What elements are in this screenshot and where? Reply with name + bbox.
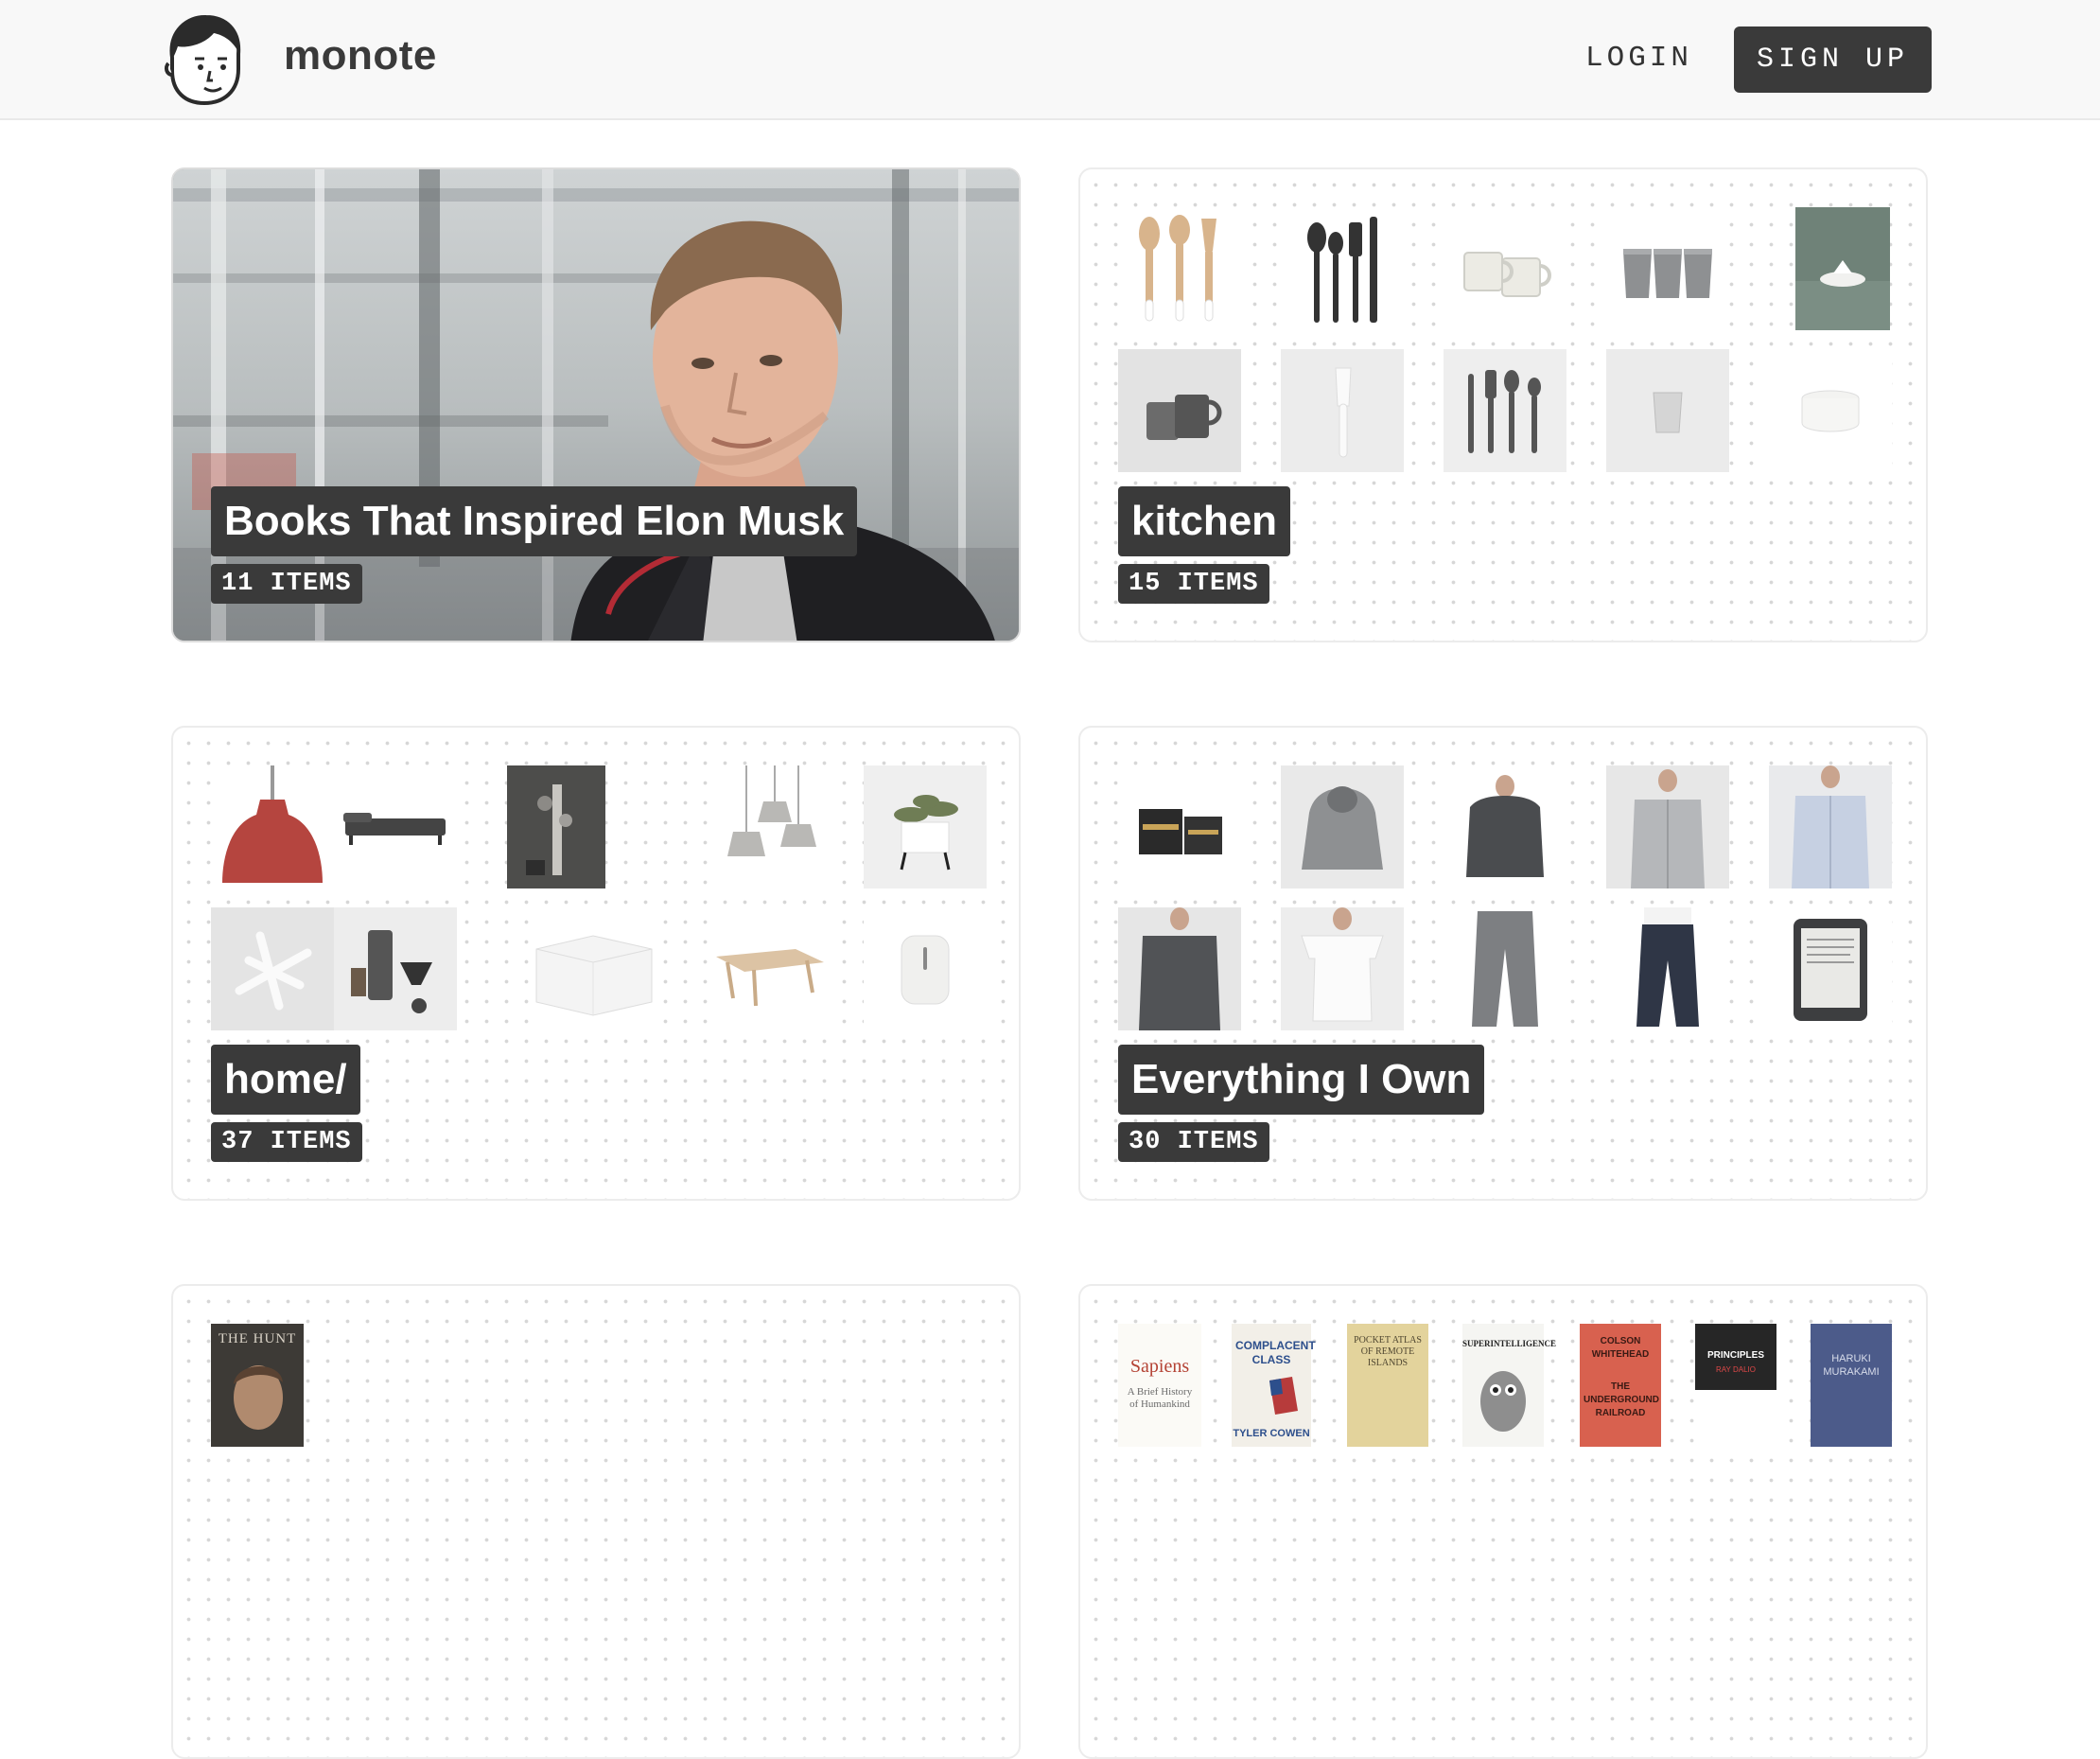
silver-cutlery-thumbnail: [1444, 349, 1566, 472]
collection-card-kitchen[interactable]: kitchen 15 ITEMS: [1078, 167, 1928, 642]
white-tee-thumbnail: [1281, 907, 1404, 1030]
book-author: TYLER COWEN: [1233, 1428, 1310, 1439]
sign-up-button[interactable]: SIGN UP: [1734, 26, 1932, 93]
mugs-thumbnail: [1444, 207, 1566, 330]
sculpture-thumbnail: [211, 907, 334, 1030]
book-title: SUPERINTELLIGENCE: [1462, 1339, 1557, 1348]
book-title: COLSON WHITEHEAD: [1591, 1336, 1650, 1360]
book-cover-sapiens: Sapiens A Brief History of Humankind: [1118, 1324, 1201, 1447]
charcoal-shirt-thumbnail: [1118, 907, 1241, 1030]
brand-name[interactable]: monote: [284, 32, 437, 79]
book-author: HARUKI MURAKAMI: [1823, 1353, 1880, 1378]
collection-item-count: 37 ITEMS: [211, 1122, 362, 1162]
book-cover-complacent-class: COMPLACENT CLASS TYLER COWEN: [1232, 1324, 1316, 1447]
book-cover-pocket-atlas: POCKET ATLAS OF REMOTE ISLANDS: [1347, 1324, 1428, 1447]
spatula-thumbnail: [1281, 349, 1404, 472]
book-cover-underground-railroad: COLSON WHITEHEAD THE UNDERGROUND RAILROA…: [1580, 1324, 1661, 1447]
collection-title: Everything I Own: [1118, 1045, 1485, 1115]
collection-card-books-single[interactable]: THE HUNT: [171, 1284, 1021, 1759]
collection-title: home/: [211, 1045, 360, 1115]
collection-card-reading-list[interactable]: Sapiens A Brief History of Humankind COM…: [1078, 1284, 1928, 1759]
book-cover-superintelligence: SUPERINTELLIGENCE: [1462, 1324, 1557, 1447]
grey-hoodie-thumbnail: [1281, 765, 1404, 888]
face-avatar-icon[interactable]: [163, 12, 246, 107]
wooden-spoons-thumbnail: [1118, 207, 1241, 330]
dark-jeans-thumbnail: [1606, 907, 1729, 1030]
book-title: POCKET ATLAS OF REMOTE ISLANDS: [1354, 1335, 1422, 1368]
book-title: COMPLACENT CLASS: [1235, 1339, 1316, 1366]
dark-mugs-thumbnail: [1118, 349, 1241, 472]
black-cutlery-thumbnail: [1281, 207, 1404, 330]
book-subtitle: THE UNDERGROUND RAILROAD: [1584, 1381, 1659, 1418]
notebooks-thumbnail: [1118, 765, 1241, 888]
book-cover-the-hunt: THE HUNT: [211, 1324, 304, 1447]
e-reader-thumbnail: [1769, 907, 1892, 1030]
collection-card-everything-i-own[interactable]: Everything I Own 30 ITEMS: [1078, 726, 1928, 1201]
collection-card-home[interactable]: home/ 37 ITEMS: [171, 726, 1021, 1201]
grey-shirt-thumbnail: [1606, 765, 1729, 888]
pendant-lamps-thumbnail: [709, 765, 831, 888]
plant-stand-thumbnail: [864, 765, 987, 888]
collection-title: kitchen: [1118, 486, 1291, 556]
collection-item-count: 15 ITEMS: [1118, 564, 1269, 604]
top-navigation-bar: monote LOGIN SIGN UP: [0, 0, 2100, 120]
book-title: THE HUNT: [218, 1331, 297, 1346]
login-link[interactable]: LOGIN: [1585, 42, 1692, 75]
citrus-squeezer-thumbnail: [1795, 207, 1890, 330]
collection-title: Books That Inspired Elon Musk: [211, 486, 858, 556]
book-author: RAY DALIO: [1716, 1365, 1756, 1374]
coffee-set-thumbnail: [334, 907, 457, 1030]
grey-jeans-thumbnail: [1444, 907, 1566, 1030]
white-box-thumbnail: [533, 907, 656, 1030]
wooden-table-thumbnail: [709, 907, 831, 1030]
dark-sweater-thumbnail: [1444, 765, 1566, 888]
book-subtitle: A Brief History of Humankind: [1127, 1386, 1193, 1410]
red-pendant-lamp-thumbnail: [211, 765, 334, 888]
book-cover-murakami: HARUKI MURAKAMI: [1811, 1324, 1892, 1447]
humidifier-thumbnail: [864, 907, 987, 1030]
clear-glass-thumbnail: [1606, 349, 1729, 472]
book-title: PRINCIPLES: [1706, 1350, 1764, 1361]
book-title: Sapiens: [1129, 1356, 1190, 1377]
collection-item-count: 11 ITEMS: [211, 564, 362, 604]
white-pot-thumbnail: [1769, 349, 1892, 472]
light-blue-shirt-thumbnail: [1769, 765, 1892, 888]
grey-glasses-thumbnail: [1606, 207, 1729, 330]
book-cover-principles: PRINCIPLES RAY DALIO: [1695, 1324, 1776, 1447]
collection-item-count: 30 ITEMS: [1118, 1122, 1269, 1162]
wall-art-thumbnail: [507, 765, 605, 888]
collection-card-elon-musk-books[interactable]: Books That Inspired Elon Musk 11 ITEMS: [171, 167, 1021, 642]
daybed-thumbnail: [334, 765, 457, 888]
